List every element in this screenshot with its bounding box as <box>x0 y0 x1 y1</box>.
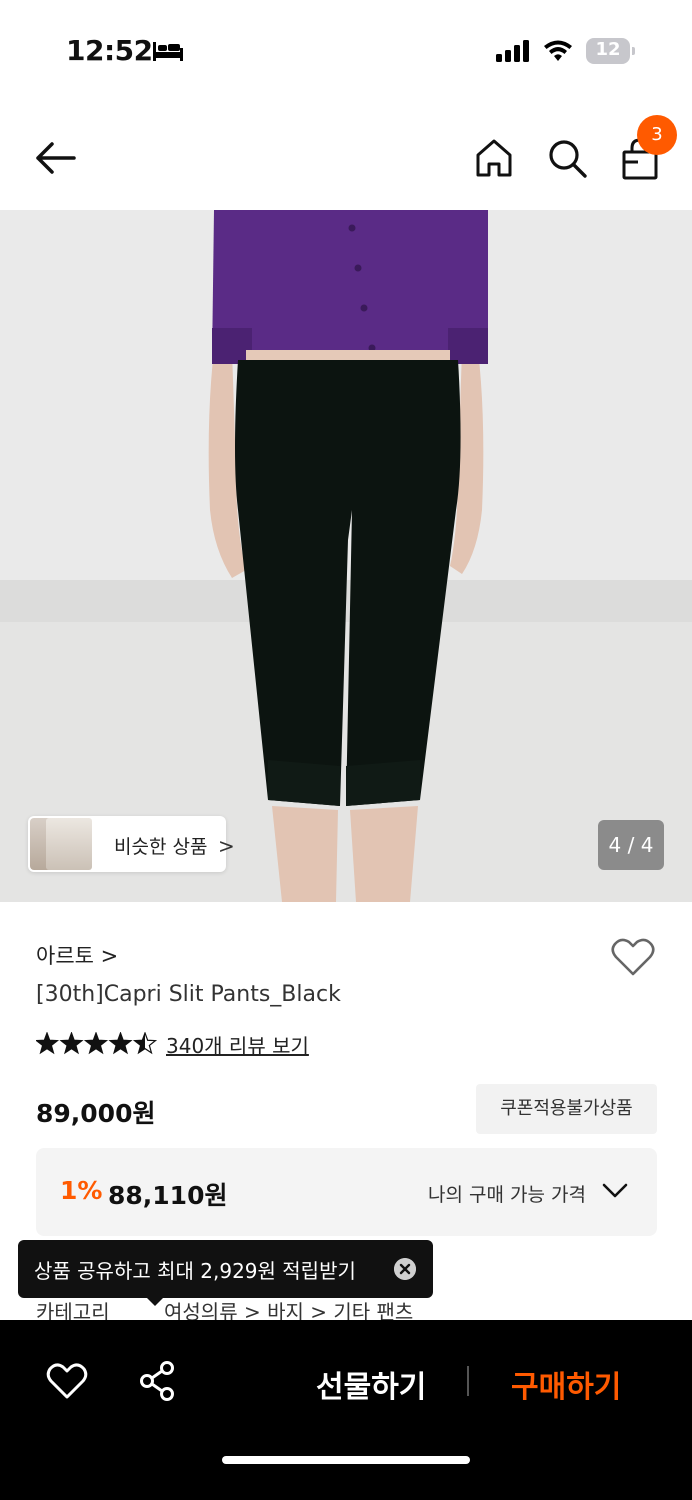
coupon-unavailable-tag: 쿠폰적용불가상품 <box>476 1084 657 1134</box>
my-price-label: 나의 구매 가능 가격 <box>428 1184 586 1206</box>
product-name: [30th]Capri Slit Pants_Black <box>36 982 341 1007</box>
tooltip-text: 상품 공유하고 최대 2,929원 적립받기 <box>34 1259 356 1283</box>
back-arrow-icon[interactable] <box>30 136 80 180</box>
home-icon[interactable] <box>472 136 516 180</box>
sleep-focus-icon <box>153 42 183 61</box>
cart-count-badge: 3 <box>637 115 677 155</box>
cellular-signal-icon <box>496 40 529 62</box>
wishlist-heart-icon[interactable] <box>610 936 656 978</box>
battery-level: 12 <box>595 39 621 60</box>
heart-icon[interactable] <box>46 1362 88 1400</box>
my-price-dropdown[interactable]: 1% 88,110원 나의 구매 가능 가격 <box>36 1148 657 1236</box>
my-price: 88,110원 <box>108 1181 228 1210</box>
bottom-action-bar: 선물하기 구매하기 <box>0 1320 692 1500</box>
similar-products-label: 비슷한 상품 <box>114 836 208 858</box>
star-fill <box>110 1033 131 1053</box>
brand-link[interactable]: 아르토 > <box>36 940 118 970</box>
similar-thumbnail <box>46 818 92 870</box>
top-nav: 3 <box>0 110 692 206</box>
product-price: 89,000원 <box>36 1099 156 1128</box>
product-image[interactable] <box>0 210 692 902</box>
gift-button[interactable]: 선물하기 <box>316 1362 426 1406</box>
rating-stars <box>36 1032 158 1055</box>
status-time: 12:52 <box>66 34 153 67</box>
review-link[interactable]: 340개 리뷰 보기 <box>166 1030 309 1059</box>
star-fill <box>61 1033 82 1053</box>
product-photo <box>0 210 692 902</box>
divider <box>467 1366 469 1396</box>
star-fill <box>85 1033 107 1053</box>
my-discount-percent: 1% <box>60 1176 103 1205</box>
star-fill <box>36 1033 58 1053</box>
chevron-down-icon <box>602 1183 628 1198</box>
status-bar: 12:52 12 <box>0 0 692 100</box>
wifi-icon <box>544 40 572 61</box>
share-icon[interactable] <box>138 1360 178 1402</box>
chevron-right-icon: > <box>218 834 235 858</box>
home-indicator <box>222 1456 470 1464</box>
brand-name: 아르토 <box>36 944 94 968</box>
image-counter: 4 / 4 <box>598 820 664 870</box>
search-icon[interactable] <box>545 136 589 180</box>
similar-products-button[interactable]: 비슷한 상품 > <box>28 816 235 872</box>
battery-icon: 12 <box>586 38 635 64</box>
tooltip-arrow <box>146 1297 164 1306</box>
buy-button[interactable]: 구매하기 <box>511 1362 621 1406</box>
share-reward-tooltip: 상품 공유하고 최대 2,929원 적립받기 <box>18 1240 433 1306</box>
close-icon[interactable] <box>394 1258 416 1280</box>
chevron-right-icon: > <box>100 944 119 968</box>
